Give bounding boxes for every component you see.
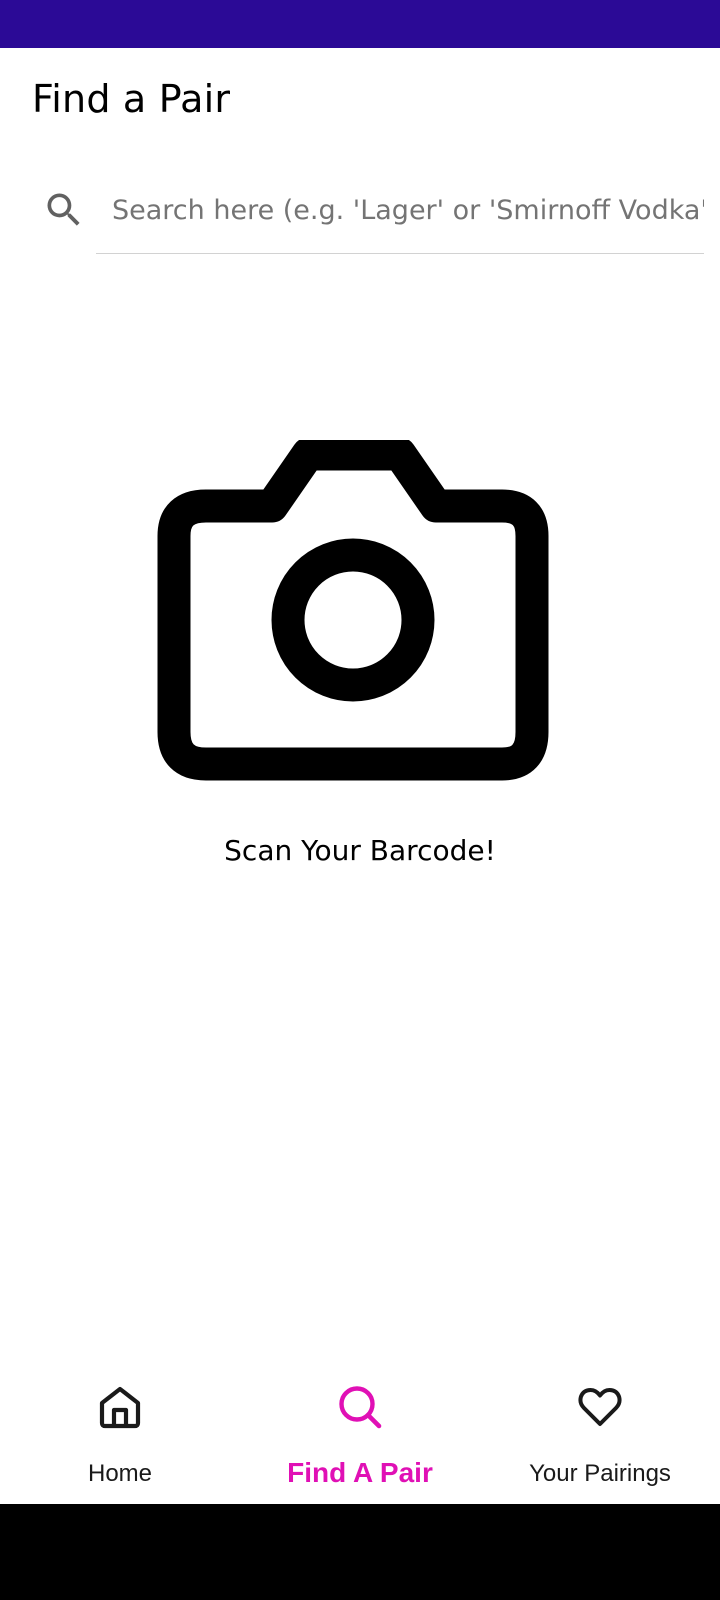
- search-input[interactable]: [96, 168, 704, 254]
- find-a-pair-screen: Find a Pair Scan Your Barcode! Home: [0, 0, 720, 1600]
- status-bar: [0, 0, 720, 48]
- camera-icon: [157, 437, 549, 781]
- nav-item-home[interactable]: Home: [0, 1372, 240, 1504]
- system-navigation-bar: [0, 1504, 720, 1600]
- nav-label-home: Home: [87, 1460, 153, 1487]
- nav-item-your-pairings[interactable]: Your Pairings: [480, 1372, 720, 1504]
- home-icon: [99, 1386, 141, 1429]
- scan-barcode-label: Scan Your Barcode!: [224, 834, 496, 867]
- scan-barcode-button[interactable]: [150, 437, 570, 790]
- page-title: Find a Pair: [32, 77, 231, 121]
- nav-item-find-a-pair[interactable]: Find A Pair: [240, 1372, 480, 1504]
- nav-label-find-a-pair: Find A Pair: [287, 1457, 433, 1488]
- bottom-navigation: Home Find A Pair Your Pairings: [0, 1372, 720, 1504]
- search-icon: [42, 188, 86, 232]
- heart-icon: [578, 1388, 622, 1426]
- search-bar: [0, 168, 720, 256]
- nav-label-your-pairings: Your Pairings: [529, 1460, 671, 1487]
- search-icon: [339, 1386, 382, 1429]
